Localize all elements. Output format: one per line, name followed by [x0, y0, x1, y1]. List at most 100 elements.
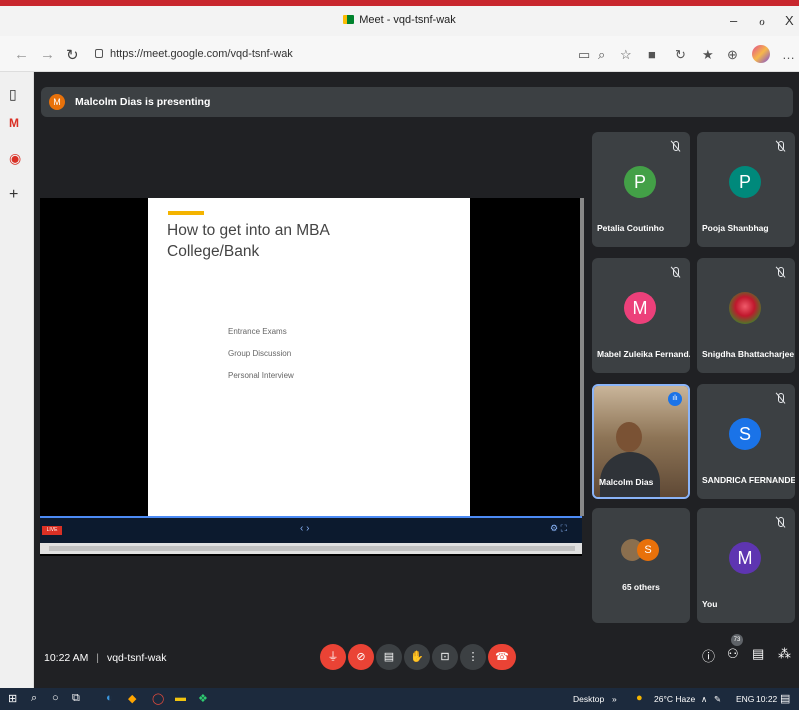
weather-icon: ●: [636, 692, 643, 704]
slide-settings-icon[interactable]: ⚙ ⛶: [550, 523, 567, 534]
collections-icon[interactable]: ⊕: [727, 47, 738, 63]
others-avatar: S: [637, 539, 659, 561]
more-menu-icon[interactable]: …: [782, 47, 795, 62]
close-button[interactable]: X: [785, 13, 794, 28]
self-name: You: [702, 599, 718, 609]
participant-tile[interactable]: Snigdha Bhattacharjee: [697, 258, 795, 373]
refresh-extension-icon[interactable]: ↻: [675, 47, 686, 63]
url-field[interactable]: https://meet.google.com/vqd-tsnf-wak: [88, 44, 562, 66]
others-count: 65 others: [622, 582, 660, 592]
store-taskbar-icon[interactable]: ◆: [128, 692, 136, 705]
maximize-button[interactable]: ℴ: [759, 13, 765, 29]
extension-icon[interactable]: ■: [648, 47, 656, 62]
captions-button[interactable]: ▤: [376, 644, 402, 670]
title-bar: Meet - vqd-tsnf-wak – ℴ X: [0, 6, 799, 36]
mic-off-icon: [669, 140, 681, 152]
meet-logo-icon: [343, 15, 355, 24]
participant-tile[interactable]: M Mabel Zuleika Fernand...: [592, 258, 690, 373]
scroll-thumb[interactable]: [49, 546, 575, 551]
raise-hand-button[interactable]: ✋: [404, 644, 430, 670]
more-options-button[interactable]: ⋮: [460, 644, 486, 670]
leave-call-button[interactable]: ☎: [488, 644, 516, 670]
favorite-icon[interactable]: ☆: [620, 47, 632, 63]
slide-nav-arrows[interactable]: ‹ ›: [300, 523, 309, 534]
add-icon[interactable]: +: [9, 186, 18, 204]
others-tile[interactable]: S 65 others: [592, 508, 690, 623]
notifications-icon[interactable]: ▤: [780, 692, 790, 705]
explorer-taskbar-icon[interactable]: ▬: [175, 692, 186, 704]
tab-actions-icon[interactable]: ▯: [9, 86, 17, 103]
people-count-badge: 73: [731, 634, 743, 646]
video-head: [616, 422, 642, 452]
task-view-icon[interactable]: ⧉: [72, 692, 80, 705]
opera-taskbar-icon[interactable]: ◯: [152, 692, 164, 705]
app-taskbar-icon[interactable]: ❖: [198, 692, 208, 705]
screen-cast-icon[interactable]: ▭: [578, 47, 590, 63]
slide-accent-bar: [168, 211, 204, 215]
mic-toggle-button[interactable]: ⏚: [320, 644, 346, 670]
windows-taskbar: ⊞ ⌕ ○ ⧉ ◐ ◆ ◯ ▬ ❖ Desktop » ● 26°C Haze …: [0, 688, 799, 710]
chat-icon[interactable]: ▤: [752, 646, 764, 662]
participant-avatar: S: [729, 418, 761, 450]
zoom-icon[interactable]: ⌕: [598, 47, 605, 63]
profile-avatar[interactable]: [752, 45, 770, 63]
participant-name: SANDRICA FERNANDES: [702, 475, 795, 485]
stage-horizontal-scrollbar[interactable]: [40, 543, 582, 554]
stage-vertical-scrollbar[interactable]: [580, 198, 584, 516]
participant-avatar: M: [624, 292, 656, 324]
participant-avatar: P: [729, 166, 761, 198]
taskbar-clock[interactable]: 10:22: [756, 694, 777, 704]
self-tile[interactable]: M You: [697, 508, 795, 623]
live-badge: LIVE: [42, 526, 62, 535]
self-avatar: M: [729, 542, 761, 574]
slide-control-bar: LIVE ‹ › ⚙ ⛶: [40, 516, 582, 543]
minimize-button[interactable]: –: [730, 13, 737, 28]
participant-tile[interactable]: P Petalia Coutinho: [592, 132, 690, 247]
meeting-controls-bar: 10:22 AM | vqd-tsnf-wak ⏚ ⊘ ▤ ✋ ⊡ ⋮ ☎ ⓘ …: [34, 632, 799, 688]
participant-tile[interactable]: P Pooja Shanbhag: [697, 132, 795, 247]
weather-text[interactable]: 26°C Haze: [654, 694, 695, 704]
meeting-time: 10:22 AM: [44, 652, 89, 664]
pen-icon[interactable]: ✎: [714, 694, 721, 705]
record-icon[interactable]: ◉: [9, 150, 21, 167]
participant-tile[interactable]: S SANDRICA FERNANDES: [697, 384, 795, 499]
favorites-list-icon[interactable]: ★: [702, 47, 714, 63]
present-button[interactable]: ⊡: [432, 644, 458, 670]
search-icon[interactable]: ⌕: [31, 692, 37, 705]
participant-avatar: P: [624, 166, 656, 198]
window-title: Meet - vqd-tsnf-wak: [0, 14, 799, 26]
language-indicator[interactable]: ENG: [736, 694, 754, 704]
participant-photo: [729, 292, 761, 324]
refresh-icon[interactable]: ↻: [66, 46, 79, 64]
back-icon[interactable]: ←: [14, 46, 29, 63]
gmail-icon[interactable]: M: [9, 116, 19, 130]
slide-title: How to get into an MBA College/Bank: [167, 222, 329, 260]
windows-start-icon[interactable]: ⊞: [8, 692, 17, 705]
meet-area: M Malcolm Dias is presenting How to get …: [34, 72, 799, 688]
slide-bullet: Group Discussion: [228, 349, 292, 358]
forward-icon[interactable]: →: [40, 46, 55, 63]
participant-name: Mabel Zuleika Fernand...: [597, 349, 690, 359]
slide-bullet: Personal Interview: [228, 371, 294, 380]
activities-icon[interactable]: ⁂: [778, 646, 791, 662]
desktop-label[interactable]: Desktop: [573, 694, 604, 704]
presenting-text: Malcolm Dias is presenting: [75, 96, 211, 108]
participant-name: Pooja Shanbhag: [702, 223, 769, 233]
people-icon[interactable]: ⚇: [727, 646, 739, 662]
tray-chevron-icon[interactable]: ∧: [701, 694, 707, 705]
mic-off-icon: [774, 392, 786, 404]
cortana-icon[interactable]: ○: [52, 692, 59, 704]
meeting-info: 10:22 AM | vqd-tsnf-wak: [44, 652, 166, 664]
meeting-details-icon[interactable]: ⓘ: [702, 646, 715, 665]
mic-off-icon: [774, 140, 786, 152]
camera-toggle-button[interactable]: ⊘: [348, 644, 374, 670]
slide-bullet: Entrance Exams: [228, 327, 287, 336]
mic-off-icon: [774, 516, 786, 528]
edge-taskbar-icon[interactable]: ◐: [106, 692, 113, 704]
browser-sidebar: ▯ M ◉ +: [0, 72, 34, 688]
active-speaker-tile[interactable]: ılı Malcolm Dias: [592, 384, 690, 499]
lock-icon: [95, 49, 103, 58]
chevron-icon[interactable]: »: [612, 694, 617, 704]
slide: How to get into an MBA College/Bank Entr…: [148, 198, 470, 516]
video-body: [600, 452, 660, 497]
